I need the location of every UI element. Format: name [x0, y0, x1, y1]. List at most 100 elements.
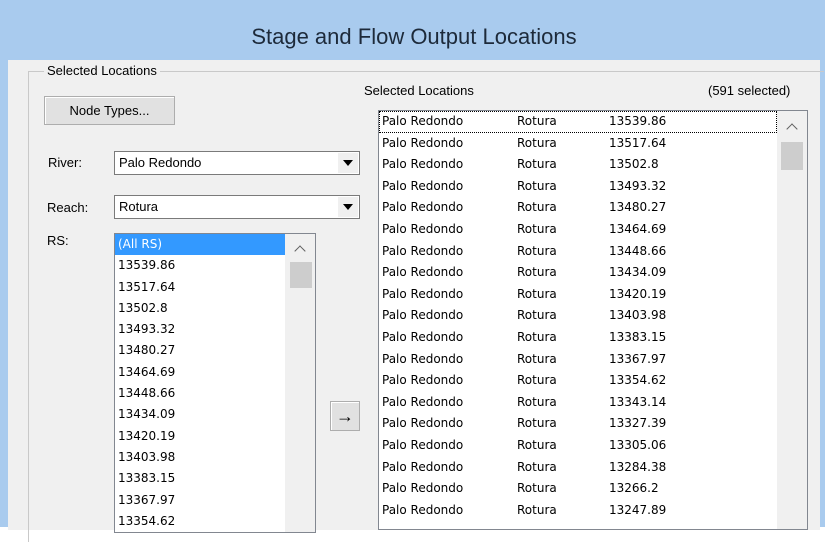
rs-list-item[interactable]: 13539.86 [115, 255, 285, 276]
chevron-up-icon[interactable] [294, 245, 306, 257]
rs-list-item[interactable]: (All RS) [115, 234, 285, 256]
row-reach: Rotura [517, 200, 557, 215]
selected-location-row[interactable]: Palo Redondo Rotura 13266.2 [379, 478, 777, 500]
selected-location-row[interactable]: Palo Redondo Rotura 13420.19 [379, 284, 777, 306]
row-river: Palo Redondo [382, 329, 464, 344]
row-rs: 13305.06 [609, 437, 667, 452]
add-location-button[interactable]: → [330, 401, 360, 431]
selected-location-row[interactable]: Palo Redondo Rotura 13343.14 [379, 392, 777, 414]
row-rs: 13266.2 [609, 481, 659, 496]
selected-location-row[interactable]: Palo Redondo Rotura 13383.15 [379, 327, 777, 349]
selected-location-row[interactable]: Palo Redondo Rotura 13284.38 [379, 457, 777, 479]
rs-list-item[interactable]: 13383.15 [115, 468, 285, 489]
selected-location-row[interactable]: Palo Redondo Rotura 13448.66 [379, 241, 777, 263]
chevron-up-icon[interactable] [786, 123, 798, 135]
node-types-button[interactable]: Node Types... [44, 96, 175, 125]
row-river: Palo Redondo [382, 437, 464, 452]
row-rs: 13539.86 [609, 114, 667, 128]
selected-count: (591 selected) [708, 83, 791, 98]
row-rs: 13480.27 [609, 200, 667, 215]
row-river: Palo Redondo [382, 243, 464, 258]
selected-scrollbar[interactable] [777, 111, 807, 529]
selected-location-row[interactable]: Palo Redondo Rotura 13502.8 [379, 154, 777, 176]
row-reach: Rotura [517, 308, 557, 323]
selected-location-row[interactable]: Palo Redondo Rotura 13327.39 [379, 413, 777, 435]
row-river: Palo Redondo [382, 308, 464, 323]
chevron-down-icon[interactable] [338, 153, 358, 173]
row-reach: Rotura [517, 459, 557, 474]
row-reach: Rotura [517, 157, 557, 172]
row-river: Palo Redondo [382, 373, 464, 388]
selected-location-row[interactable]: Palo Redondo Rotura 13464.69 [379, 219, 777, 241]
row-reach: Rotura [517, 178, 557, 193]
rs-listbox[interactable]: (All RS) 13539.86 13517.64 13502.8 13493.32 1… [114, 233, 316, 533]
reach-dropdown[interactable]: Rotura [114, 195, 360, 219]
row-river: Palo Redondo [382, 200, 464, 215]
selected-location-row[interactable]: Palo Redondo Rotura 13480.27 [379, 197, 777, 219]
selected-location-row[interactable]: Palo Redondo Rotura 13517.64 [379, 133, 777, 155]
rs-list-item[interactable]: 13480.27 [115, 340, 285, 361]
row-rs: 13367.97 [609, 351, 667, 366]
row-river: Palo Redondo [382, 459, 464, 474]
rs-list-item[interactable]: 13517.64 [115, 277, 285, 298]
row-rs: 13448.66 [609, 243, 667, 258]
selected-location-row[interactable]: Palo Redondo Rotura 13305.06 [379, 435, 777, 457]
rs-list-item[interactable]: 13434.09 [115, 404, 285, 425]
rs-label: RS: [47, 233, 69, 248]
row-reach: Rotura [517, 265, 557, 280]
scrollbar-thumb[interactable] [781, 142, 803, 170]
rs-list-item[interactable]: 13420.19 [115, 426, 285, 447]
selected-location-row[interactable]: Palo Redondo Rotura 13493.32 [379, 176, 777, 198]
row-rs: 13493.32 [609, 178, 667, 193]
row-rs: 13284.38 [609, 459, 667, 474]
row-river: Palo Redondo [382, 394, 464, 409]
rs-list-item[interactable]: 13502.8 [115, 298, 285, 319]
row-river: Palo Redondo [382, 114, 464, 128]
row-reach: Rotura [517, 416, 557, 431]
row-rs: 13502.8 [609, 157, 659, 172]
row-reach: Rotura [517, 373, 557, 388]
selected-location-row[interactable]: Palo Redondo Rotura 13354.62 [379, 370, 777, 392]
rs-list-item[interactable]: 13403.98 [115, 447, 285, 468]
row-reach: Rotura [517, 394, 557, 409]
selected-location-row[interactable]: Palo Redondo Rotura 13367.97 [379, 349, 777, 371]
row-reach: Rotura [517, 437, 557, 452]
selected-location-row[interactable]: Palo Redondo Rotura 13434.09 [379, 262, 777, 284]
row-rs: 13327.39 [609, 416, 667, 431]
selected-location-row[interactable]: Palo Redondo Rotura 13403.98 [379, 305, 777, 327]
row-reach: Rotura [517, 481, 557, 496]
row-river: Palo Redondo [382, 178, 464, 193]
row-river: Palo Redondo [382, 481, 464, 496]
reach-value: Rotura [119, 199, 159, 214]
selected-location-row[interactable]: Palo Redondo Rotura 13247.89 [379, 500, 777, 522]
selected-locations-listbox[interactable]: Palo Redondo Rotura 13539.86 Palo Redondo Ro… [378, 110, 808, 530]
river-label: River: [48, 155, 82, 170]
row-river: Palo Redondo [382, 265, 464, 280]
selected-locations-label: Selected Locations [364, 83, 474, 98]
groupbox-legend: Selected Locations [44, 63, 160, 78]
rs-list-item[interactable]: 13448.66 [115, 383, 285, 404]
row-river: Palo Redondo [382, 157, 464, 172]
row-reach: Rotura [517, 502, 557, 517]
rs-scrollbar[interactable] [285, 234, 315, 532]
row-reach: Rotura [517, 329, 557, 344]
row-rs: 13464.69 [609, 221, 667, 236]
row-reach: Rotura [517, 221, 557, 236]
river-value: Palo Redondo [119, 155, 202, 170]
row-rs: 13434.09 [609, 265, 667, 280]
row-rs: 13343.14 [609, 394, 667, 409]
row-rs: 13403.98 [609, 308, 667, 323]
row-river: Palo Redondo [382, 416, 464, 431]
rs-list-item[interactable]: 13464.69 [115, 362, 285, 383]
rs-list-item[interactable]: 13493.32 [115, 319, 285, 340]
row-reach: Rotura [517, 286, 557, 301]
chevron-down-icon[interactable] [338, 197, 358, 217]
selected-location-row[interactable]: Palo Redondo Rotura 13539.86 [379, 111, 777, 133]
rs-list-item[interactable]: 13354.62 [115, 511, 285, 532]
rs-list-item[interactable]: 13367.97 [115, 490, 285, 511]
river-dropdown[interactable]: Palo Redondo [114, 151, 360, 175]
scrollbar-thumb[interactable] [290, 262, 312, 288]
row-reach: Rotura [517, 135, 557, 150]
row-river: Palo Redondo [382, 502, 464, 517]
row-river: Palo Redondo [382, 135, 464, 150]
